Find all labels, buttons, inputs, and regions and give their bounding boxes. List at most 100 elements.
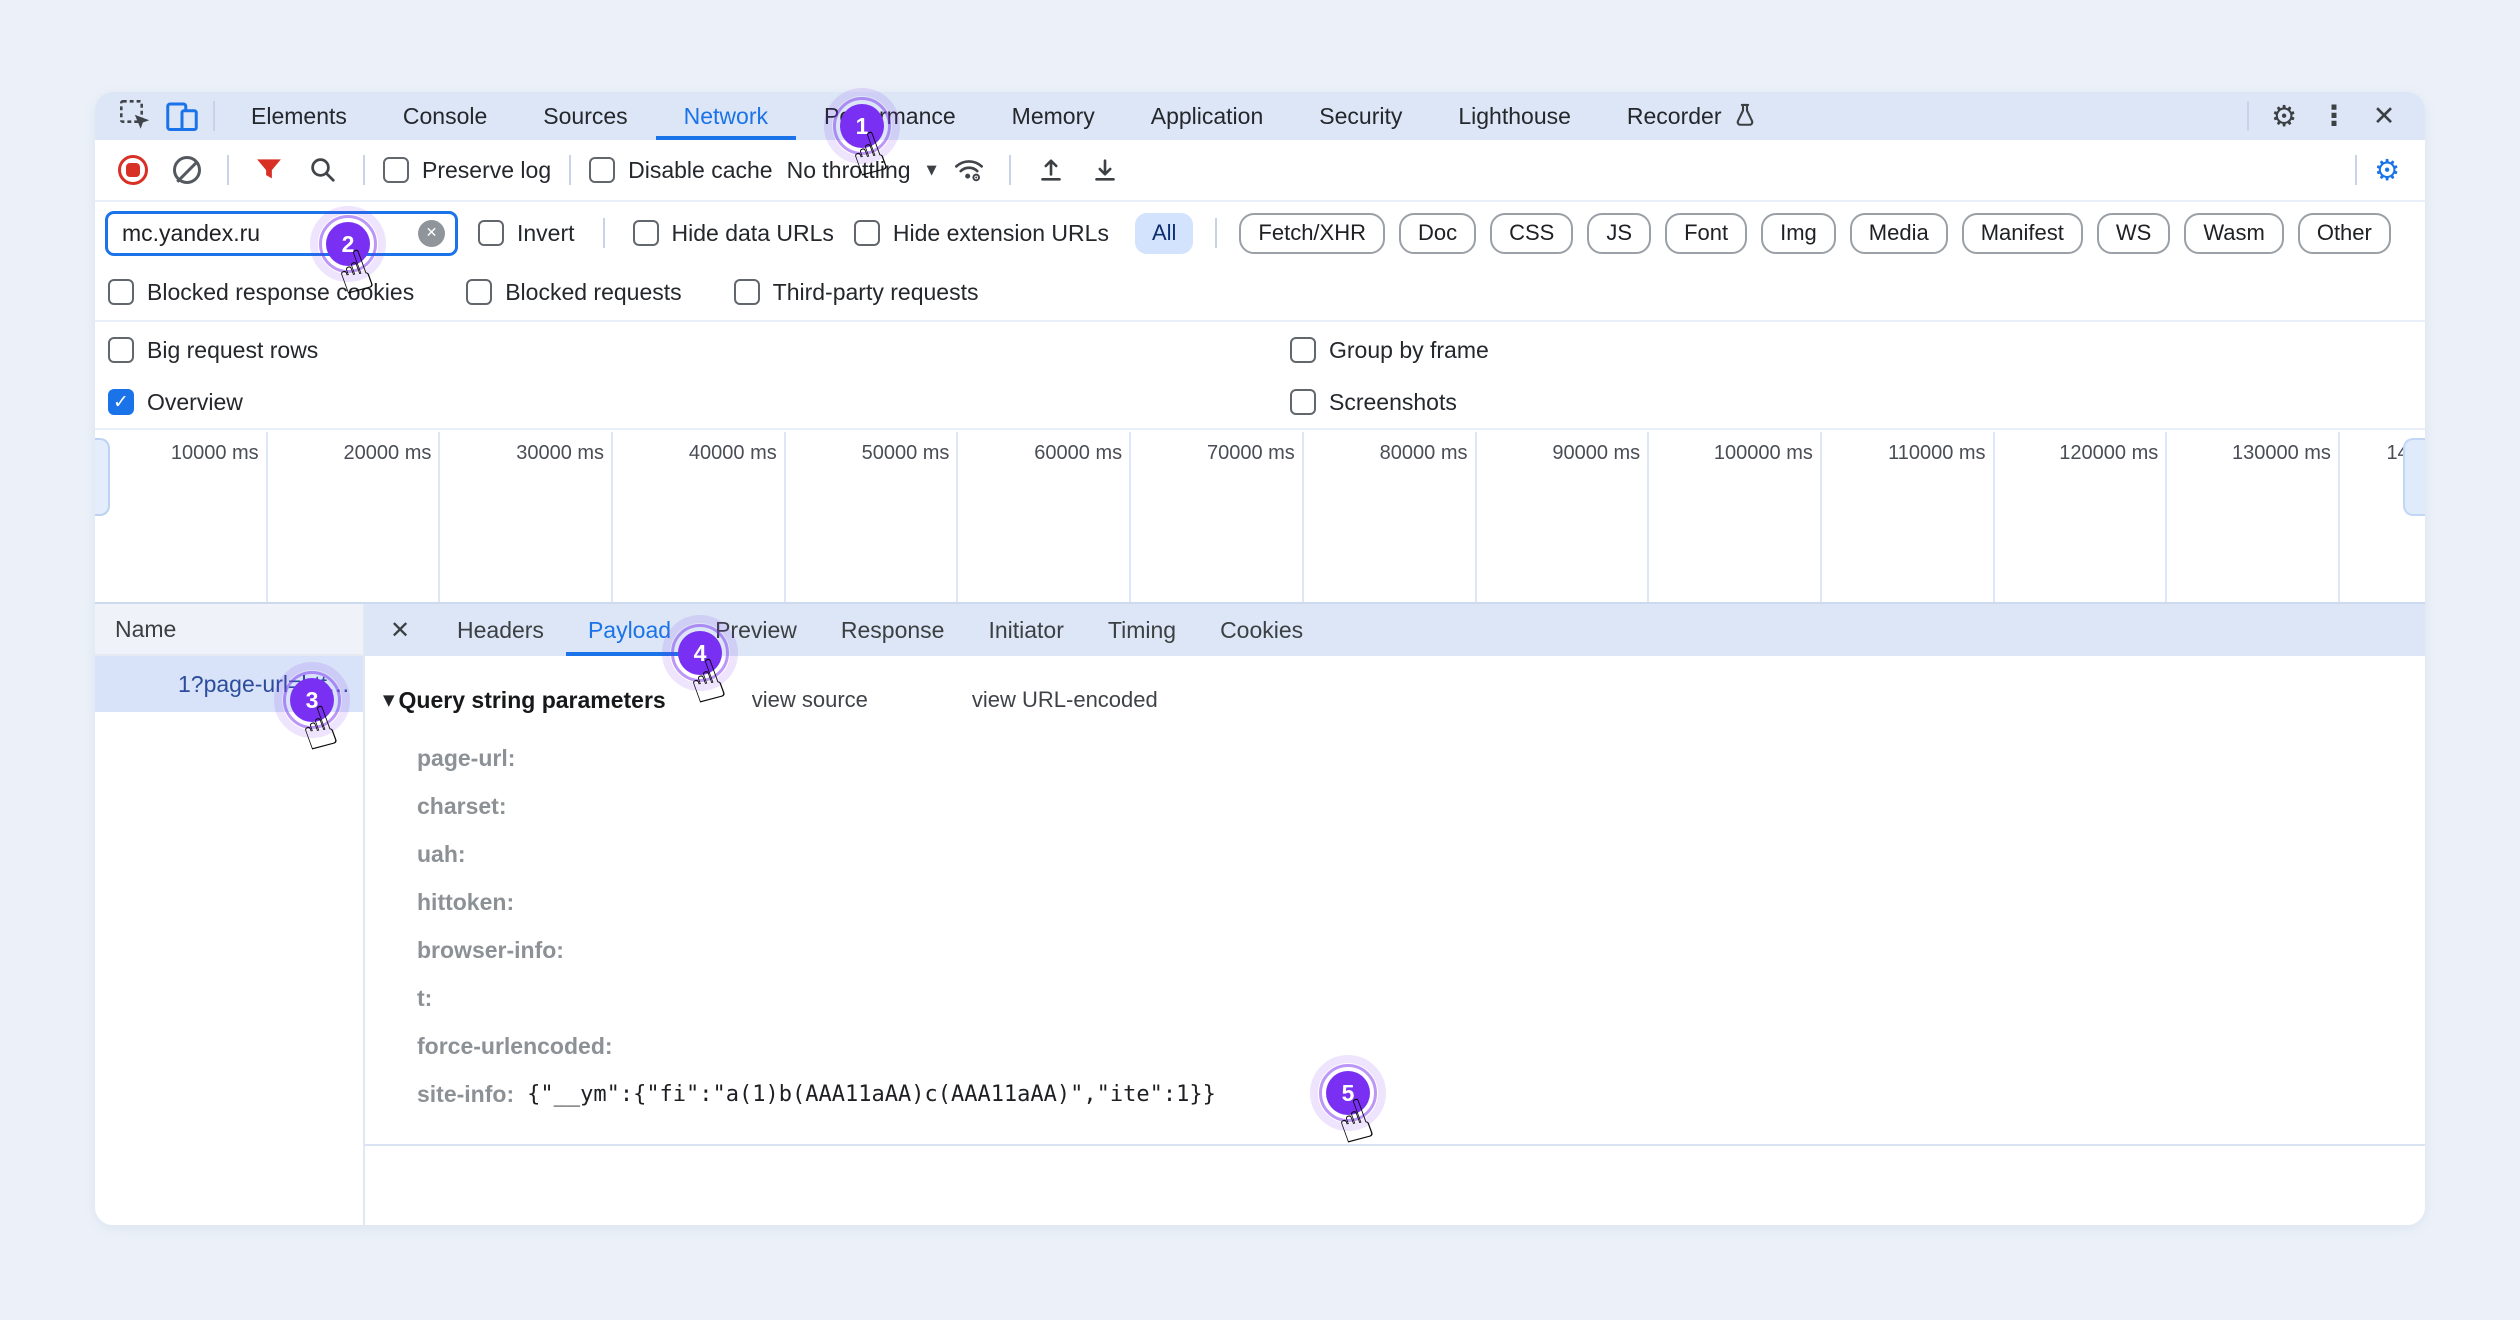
filter-input-box[interactable]: ✕ <box>105 211 458 256</box>
param-key: hittoken: <box>417 889 514 916</box>
hide-data-urls-control[interactable]: Hide data URLs <box>633 220 834 247</box>
chip-css[interactable]: CSS <box>1490 213 1573 254</box>
chip-font[interactable]: Font <box>1665 213 1747 254</box>
tab-console[interactable]: Console <box>375 92 515 140</box>
disable-cache-checkbox[interactable] <box>589 157 615 183</box>
filter-toggle-button[interactable] <box>247 148 291 192</box>
screenshots-control[interactable]: Screenshots <box>1290 389 1457 416</box>
group-by-frame-control[interactable]: Group by frame <box>1290 337 1489 364</box>
details-tab-response[interactable]: Response <box>819 604 967 656</box>
chip-wasm[interactable]: Wasm <box>2184 213 2284 254</box>
chip-img[interactable]: Img <box>1761 213 1836 254</box>
chip-js[interactable]: JS <box>1587 213 1651 254</box>
invert-checkbox[interactable] <box>478 220 504 246</box>
details-tab-cookies[interactable]: Cookies <box>1198 604 1325 656</box>
divider <box>363 155 365 185</box>
disable-cache-control[interactable]: Disable cache <box>589 157 772 184</box>
divider <box>227 155 229 185</box>
timeline-tick: 40000 ms <box>613 432 786 602</box>
network-conditions-icon <box>953 154 985 186</box>
network-settings-gear-icon[interactable]: ⚙ <box>2365 148 2409 192</box>
big-request-rows-control[interactable]: Big request rows <box>108 337 318 364</box>
overview-checkbox[interactable]: ✓ <box>108 389 134 415</box>
close-details-icon[interactable]: ✕ <box>365 604 435 656</box>
param-value: {"__ym":{"fi":"a(1)b(AAA11aAA)c(AAA11aAA… <box>527 1082 1216 1107</box>
timeline-tick: 130000 ms <box>2167 432 2340 602</box>
view-url-encoded-link[interactable]: view URL-encoded <box>972 687 1158 713</box>
param-key: t: <box>417 985 432 1012</box>
param-key: uah: <box>417 841 466 868</box>
big-request-rows-checkbox[interactable] <box>108 337 134 363</box>
close-devtools-icon[interactable]: ✕ <box>2361 95 2407 137</box>
preserve-log-checkbox[interactable] <box>383 157 409 183</box>
tab-application[interactable]: Application <box>1123 92 1292 140</box>
network-toolbar: Preserve log Disable cache No throttling… <box>95 140 2425 202</box>
blocked-requests-label: Blocked requests <box>505 279 681 306</box>
timeline-tick: 30000 ms <box>440 432 613 602</box>
screenshots-checkbox[interactable] <box>1290 389 1316 415</box>
tab-network[interactable]: Network <box>656 92 796 140</box>
name-column-header[interactable]: Name <box>95 604 363 656</box>
kebab-menu-icon[interactable]: ⋮ <box>2311 95 2357 137</box>
hide-data-urls-label: Hide data URLs <box>672 220 834 247</box>
timeline-tick: 80000 ms <box>1304 432 1477 602</box>
chip-doc[interactable]: Doc <box>1399 213 1476 254</box>
overview-label: Overview <box>147 389 243 416</box>
clear-filter-icon[interactable]: ✕ <box>418 220 445 247</box>
tabbar-right-controls: ⚙ ⋮ ✕ <box>2239 95 2407 137</box>
details-tab-timing[interactable]: Timing <box>1086 604 1198 656</box>
group-by-frame-checkbox[interactable] <box>1290 337 1316 363</box>
third-party-requests-control[interactable]: Third-party requests <box>734 279 979 306</box>
overview-left-handle[interactable] <box>95 438 110 516</box>
hide-extension-urls-control[interactable]: Hide extension URLs <box>854 220 1109 247</box>
details-tab-initiator[interactable]: Initiator <box>966 604 1085 656</box>
inspect-element-button[interactable] <box>113 95 159 137</box>
query-string-section-title: Query string parameters <box>399 687 666 714</box>
clear-network-log-button[interactable] <box>165 148 209 192</box>
invert-label: Invert <box>517 220 575 247</box>
invert-control[interactable]: Invert <box>478 220 575 247</box>
timeline-tick: 20000 ms <box>268 432 441 602</box>
view-source-link[interactable]: view source <box>752 687 868 713</box>
query-string-section-toggle[interactable]: ▼ Query string parameters <box>383 687 666 714</box>
device-toolbar-button[interactable] <box>159 95 205 137</box>
timeline-tick: 50000 ms <box>786 432 959 602</box>
blocked-cookies-checkbox[interactable] <box>108 279 134 305</box>
chip-ws[interactable]: WS <box>2097 213 2170 254</box>
disable-cache-label: Disable cache <box>628 157 772 184</box>
tab-sources[interactable]: Sources <box>515 92 655 140</box>
tab-lighthouse[interactable]: Lighthouse <box>1430 92 1599 140</box>
tab-memory[interactable]: Memory <box>984 92 1123 140</box>
divider <box>1009 155 1011 185</box>
network-overview-timeline[interactable]: 10000 ms 20000 ms 30000 ms 40000 ms 5000… <box>95 432 2425 604</box>
chip-media[interactable]: Media <box>1850 213 1948 254</box>
chip-other[interactable]: Other <box>2298 213 2391 254</box>
chip-manifest[interactable]: Manifest <box>1962 213 2083 254</box>
third-party-requests-checkbox[interactable] <box>734 279 760 305</box>
tab-security[interactable]: Security <box>1291 92 1430 140</box>
tab-elements[interactable]: Elements <box>223 92 375 140</box>
hide-extension-urls-checkbox[interactable] <box>854 220 880 246</box>
big-request-rows-label: Big request rows <box>147 337 318 364</box>
search-button[interactable] <box>301 148 345 192</box>
overview-control[interactable]: ✓ Overview <box>108 389 243 416</box>
details-tab-headers[interactable]: Headers <box>435 604 566 656</box>
network-conditions-button[interactable] <box>947 148 991 192</box>
settings-gear-icon[interactable]: ⚙ <box>2261 95 2307 137</box>
tab-recorder[interactable]: Recorder <box>1599 92 1787 140</box>
record-network-log-button[interactable] <box>111 148 155 192</box>
blocked-requests-checkbox[interactable] <box>466 279 492 305</box>
overview-right-handle[interactable] <box>2403 438 2425 516</box>
export-har-button[interactable] <box>1083 148 1127 192</box>
filter-funnel-icon <box>254 155 284 185</box>
tab-recorder-label: Recorder <box>1627 103 1722 130</box>
chip-all[interactable]: All <box>1135 213 1193 254</box>
upload-icon <box>1036 155 1066 185</box>
blocked-requests-control[interactable]: Blocked requests <box>466 279 681 306</box>
import-har-button[interactable] <box>1029 148 1073 192</box>
preserve-log-control[interactable]: Preserve log <box>383 157 551 184</box>
check-icon: ✓ <box>113 393 129 412</box>
device-toolbar-icon <box>164 98 200 134</box>
hide-data-urls-checkbox[interactable] <box>633 220 659 246</box>
chip-fetch-xhr[interactable]: Fetch/XHR <box>1239 213 1385 254</box>
